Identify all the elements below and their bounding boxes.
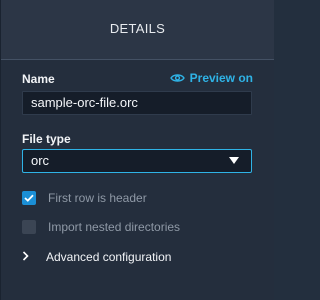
chevron-right-icon [22,250,29,264]
panel-title: DETAILS [109,21,166,36]
file-type-label: File type [22,132,71,146]
import-nested-option[interactable]: Import nested directories [22,220,180,234]
preview-toggle[interactable]: Preview on [169,71,253,85]
first-row-header-option[interactable]: First row is header [22,191,147,205]
checkmark-icon [24,191,34,205]
eye-icon [169,73,185,83]
first-row-header-label: First row is header [48,191,147,205]
advanced-configuration-label: Advanced configuration [46,250,172,264]
details-panel: DETAILS Name Preview on sample-orc-file.… [0,0,274,300]
name-input[interactable]: sample-orc-file.orc [22,91,252,115]
preview-label: Preview on [189,71,253,85]
file-type-value: orc [31,153,50,168]
import-nested-checkbox[interactable] [22,220,36,234]
advanced-configuration-toggle[interactable]: Advanced configuration [22,250,171,264]
first-row-header-checkbox[interactable] [22,191,36,205]
file-type-select[interactable]: orc [22,149,252,173]
import-nested-label: Import nested directories [48,220,181,234]
panel-header: DETAILS [1,0,274,60]
name-label: Name [22,72,55,86]
caret-down-icon [229,157,239,164]
